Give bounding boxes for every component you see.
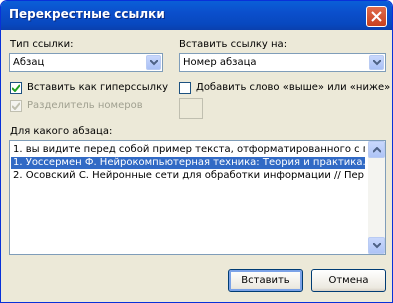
- ref-type-label: Тип ссылки:: [10, 39, 74, 50]
- chevron-down-icon: [373, 243, 381, 249]
- window-title: Перекрестные ссылки: [9, 7, 165, 21]
- cancel-button[interactable]: Отмена: [311, 269, 386, 292]
- above-below-checkbox[interactable]: [179, 82, 191, 94]
- hyperlink-label: Вставить как гиперссылку: [27, 82, 169, 93]
- insert-ref-label: Вставить ссылку на:: [179, 39, 288, 50]
- scroll-up-button[interactable]: [368, 141, 385, 158]
- insert-button[interactable]: Вставить: [228, 269, 303, 292]
- vertical-scrollbar[interactable]: [368, 141, 385, 254]
- checkmark-icon: [12, 84, 20, 92]
- ref-type-value: Абзац: [13, 57, 45, 68]
- ref-type-select[interactable]: Абзац: [9, 53, 163, 72]
- close-icon: [371, 11, 382, 22]
- scroll-down-button[interactable]: [368, 237, 385, 254]
- hyperlink-checkbox[interactable]: [10, 82, 22, 94]
- paragraph-list-label: Для какого абзаца:: [10, 126, 113, 137]
- paragraph-list[interactable]: 1. вы видите перед собой пример текста, …: [9, 140, 386, 255]
- insert-ref-select[interactable]: Номер абзаца: [179, 53, 386, 72]
- cross-reference-dialog: Перекрестные ссылки Тип ссылки: Абзац Вс…: [0, 0, 393, 303]
- chevron-up-icon: [373, 147, 381, 153]
- insert-ref-dropdown-button[interactable]: [369, 55, 384, 70]
- number-separator-checkbox: [10, 100, 22, 112]
- list-item[interactable]: 1. вы видите перед собой пример текста, …: [11, 144, 365, 156]
- separator-input: [179, 98, 203, 119]
- title-bar[interactable]: Перекрестные ссылки: [1, 1, 392, 30]
- insert-ref-value: Номер абзаца: [183, 57, 257, 68]
- chevron-down-icon: [373, 60, 381, 66]
- chevron-down-icon: [150, 60, 158, 66]
- close-button[interactable]: [366, 6, 387, 27]
- ref-type-dropdown-button[interactable]: [146, 55, 161, 70]
- number-separator-label: Разделитель номеров: [27, 100, 143, 111]
- above-below-label: Добавить слово «выше» или «ниже»: [196, 82, 391, 93]
- list-item[interactable]: 2. Осовский С. Нейронные сети для обрабо…: [11, 170, 365, 182]
- checkmark-icon: [12, 102, 20, 110]
- list-item-selected[interactable]: 1. Уоссермен Ф. Нейрокомпьютерная техник…: [11, 157, 365, 169]
